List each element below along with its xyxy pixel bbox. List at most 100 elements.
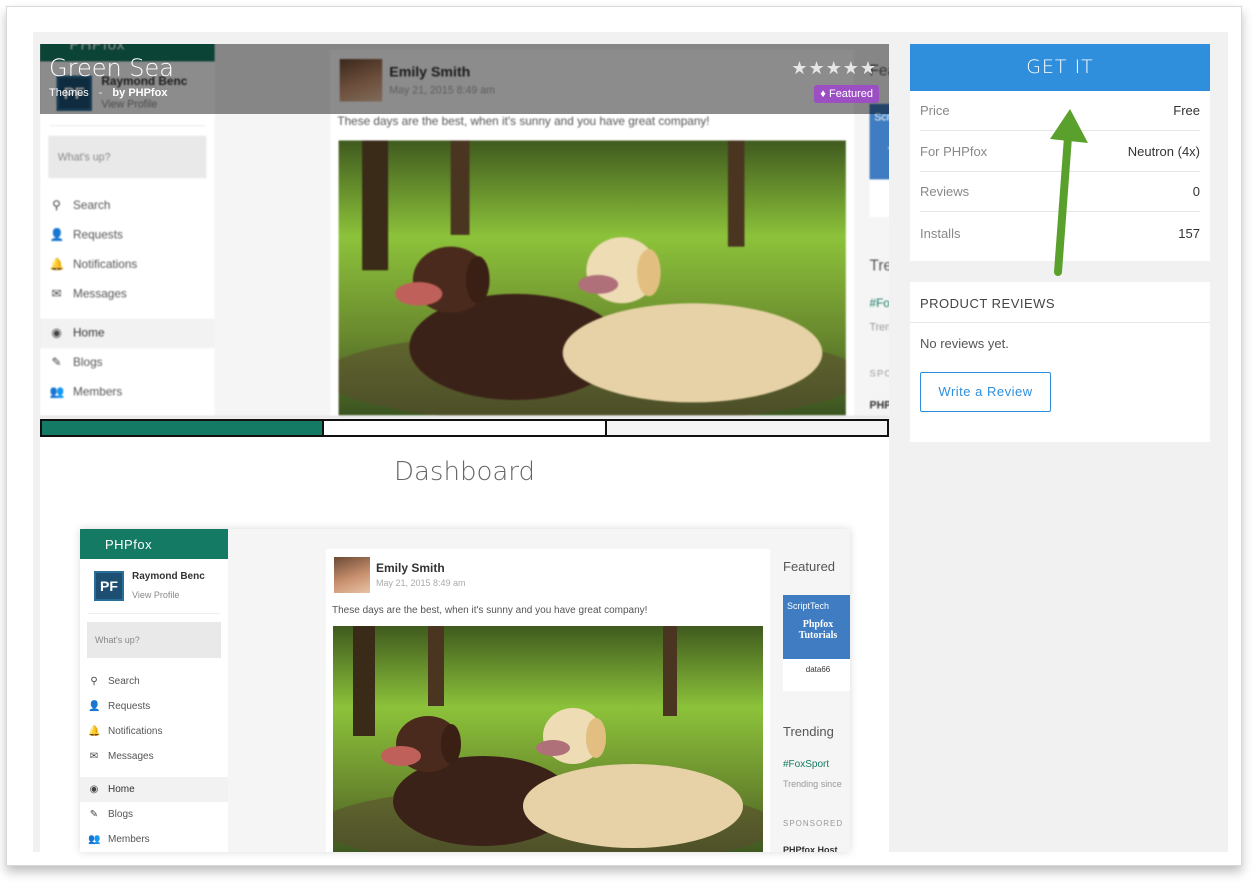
preview-status-box: What's up? [48, 135, 207, 179]
preview-ad-caption: data66 [805, 665, 831, 674]
preview-nav-label: Home [108, 784, 135, 795]
preview-trending-tag: #FoxSport [783, 759, 830, 770]
preview-sponsored-label: SPONSORED [783, 819, 844, 828]
info-label: For PHPfox [920, 144, 988, 159]
info-label: Reviews [920, 184, 970, 199]
preview-avatar: PF [94, 571, 124, 601]
dogs-photo-icon [338, 140, 846, 416]
blog-icon: ✎ [51, 356, 62, 370]
preview-brand: PHPfox [80, 529, 228, 559]
preview-nav-item: 👥 Members [80, 827, 228, 852]
bell-icon: 🔔 [49, 258, 65, 272]
divider [88, 613, 220, 614]
breadcrumb-category[interactable]: Themes [49, 87, 89, 99]
info-label: Price [920, 103, 950, 118]
preview-nav-label: Messages [73, 287, 127, 301]
search-icon: ⚲ [90, 676, 98, 687]
requests-icon: 👤 [49, 228, 65, 242]
slide-caption-area: Dashboard PHPfox PF Raymond Benc View Pr… [40, 437, 889, 852]
preview-nav-label: Blogs [73, 356, 103, 370]
requests-icon: 👤 [88, 701, 101, 712]
envelope-icon: ✉ [51, 287, 62, 301]
home-icon: ◉ [89, 784, 99, 795]
featured-label: Featured [828, 88, 873, 100]
preview-user: PF Raymond Benc View Profile [94, 571, 205, 601]
search-icon: ⚲ [52, 199, 61, 213]
carousel-page-1[interactable] [42, 421, 325, 435]
preview-nav-item: ⚲ Search [80, 669, 228, 694]
preview-nav-label: Search [108, 676, 140, 687]
carousel-page-2[interactable] [324, 421, 607, 435]
preview-trending-heading: Trending [869, 256, 889, 274]
preview-nav-label: Members [73, 385, 123, 399]
info-label: Installs [920, 225, 961, 241]
preview-trending-since: Trending since [783, 779, 842, 789]
product-title: Green Sea [49, 54, 175, 82]
get-it-button[interactable]: GET IT [910, 44, 1210, 91]
preview-nav-item: ✎ Blogs [80, 802, 228, 827]
slide-caption: Dashboard [393, 457, 536, 487]
info-row-reviews: Reviews 0 [920, 172, 1200, 212]
no-reviews-text: No reviews yet. [920, 336, 1009, 351]
preview-status-box: What's up? [87, 622, 221, 658]
preview-nav-item: ✎ Blogs [40, 348, 215, 378]
preview-trending-tag: #FoxSport [869, 297, 889, 311]
preview-post-date: May 21, 2015 8:49 am [376, 578, 466, 588]
breadcrumb-separator: - [98, 87, 103, 99]
preview-nav-label: Blogs [108, 809, 134, 820]
preview-user-name: Raymond Benc [132, 571, 205, 582]
info-row-installs: Installs 157 [920, 213, 1200, 253]
title-overlay: Green Sea Themes - by PHPfox ★★★★★ ♦ Fea… [40, 44, 889, 114]
preview-nav-label: Search [73, 199, 111, 213]
preview-nav-item: 👤 Requests [80, 694, 228, 719]
preview-nav-label: Notifications [108, 726, 163, 737]
theme-preview-carousel[interactable]: PHPfox PF Raymond Benc View Profile What… [40, 44, 889, 418]
preview-nav: ⚲ Search 👤 Requests 🔔 Notifications ✉ Messages ◉… [40, 191, 215, 407]
preview-nav-item: ✉ Messages [40, 280, 215, 310]
preview-ad-brand: ScriptTech [787, 601, 830, 611]
preview-view-profile: View Profile [132, 590, 180, 600]
preview-ad: ScriptTech Phpfox Tutorials data66 [783, 595, 850, 691]
screenshot-frame: PHPfox PF Raymond Benc View Profile What… [6, 6, 1242, 866]
info-value: 157 [1178, 225, 1200, 241]
preview-ad-banner: ScriptTech Phpfox Tutorials [869, 103, 889, 180]
preview-post-photo [338, 140, 846, 416]
info-value: Neutron (4x) [1127, 144, 1200, 159]
preview-feed-post: Emily Smith May 21, 2015 8:49 am These d… [326, 549, 770, 852]
preview-nav-label: Members [108, 834, 150, 845]
preview-nav-label: Messages [108, 751, 154, 762]
preview-nav-item: ⚲ Search [40, 191, 215, 221]
preview-nav-item: 🔔 Notifications [80, 719, 228, 744]
dashboard-screenshot: PHPfox PF Raymond Benc View Profile What… [80, 529, 850, 852]
product-reviews-panel: PRODUCT REVIEWS No reviews yet. Write a … [910, 282, 1210, 442]
preview-nav-label: Notifications [73, 258, 138, 272]
divider [49, 125, 206, 127]
preview-nav-label: Requests [108, 701, 151, 712]
preview-ad-banner: ScriptTech Phpfox Tutorials [783, 595, 850, 659]
preview-sponsored-label: SPONSORED [869, 368, 889, 379]
breadcrumb: Themes - by PHPfox [49, 87, 167, 99]
product-page: PHPfox PF Raymond Benc View Profile What… [33, 32, 1228, 852]
members-icon: 👥 [49, 385, 65, 399]
preview-nav-item: 🔔 Notifications [40, 250, 215, 279]
info-row-price: Price Free [920, 91, 1200, 131]
preview-sponsored-item: PHPfox Host [869, 398, 889, 411]
carousel-page-3[interactable] [606, 421, 887, 435]
preview-post-author: Emily Smith [376, 561, 445, 575]
product-info-table: Price Free For PHPfox Neutron (4x) Revie… [910, 91, 1210, 261]
dogs-photo-icon [333, 626, 763, 852]
preview-nav-item: ◉ Home [40, 318, 215, 349]
preview-ad-caption: data66 [870, 186, 889, 197]
preview-nav-item: ◉ Home [80, 777, 228, 802]
featured-badge: ♦ Featured [814, 85, 879, 103]
breadcrumb-author[interactable]: by PHPfox [112, 87, 167, 99]
preview-featured-heading: Featured [783, 559, 836, 574]
diamond-icon: ♦ [820, 88, 826, 100]
preview-ad-title: Phpfox Tutorials [870, 123, 889, 158]
write-review-button[interactable]: Write a Review [920, 372, 1051, 412]
preview-nav-item: 👥 Members [40, 378, 215, 408]
preview-post-text: These days are the best, when it's sunny… [332, 605, 648, 616]
preview-post-avatar [334, 557, 370, 593]
preview-nav: ⚲ Search 👤 Requests 🔔 Notifications ✉ Messages ◉… [80, 669, 228, 852]
envelope-icon: ✉ [89, 751, 99, 762]
